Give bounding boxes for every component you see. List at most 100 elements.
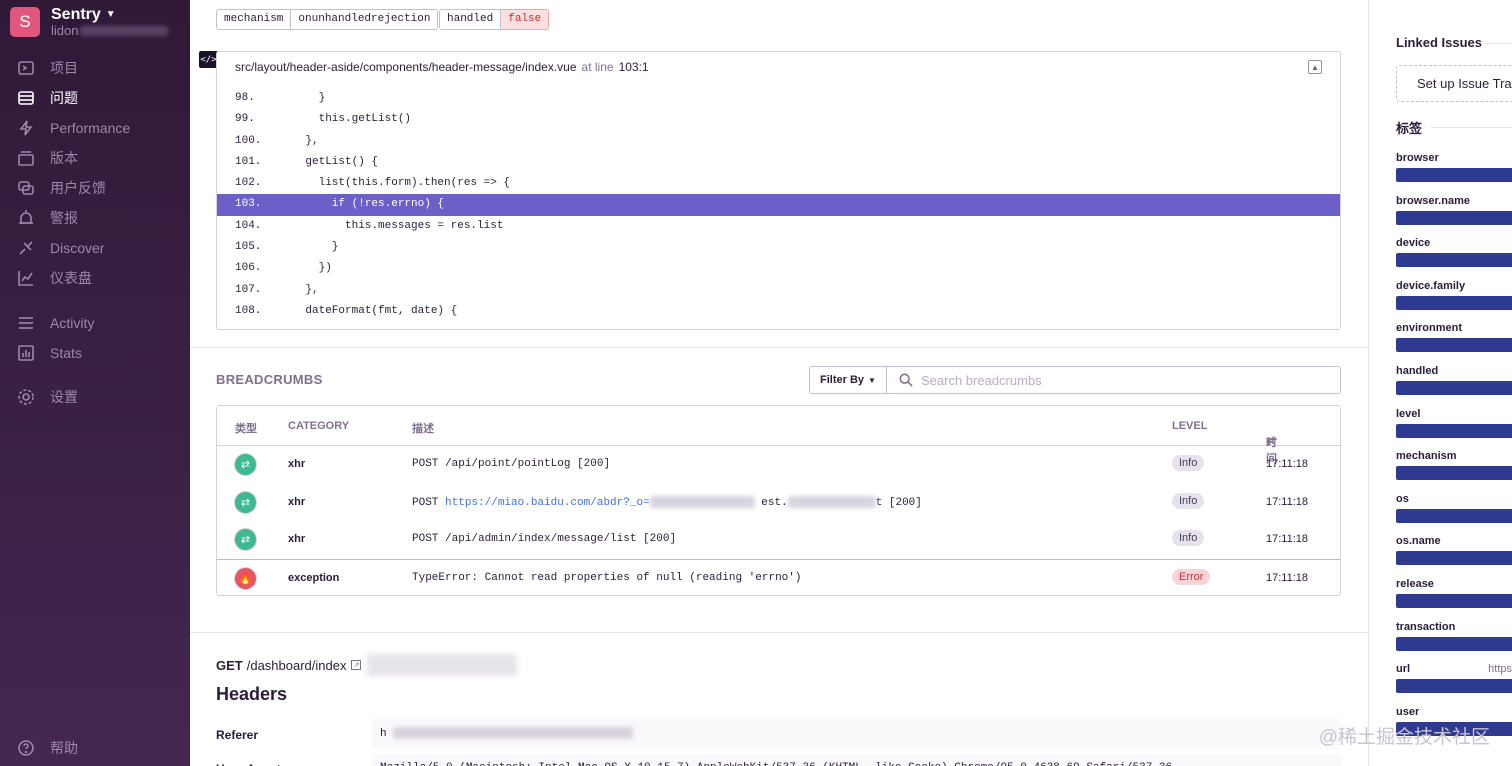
sidebar-item-label: 项目 [50, 60, 78, 76]
level-badge: Info [1172, 455, 1205, 471]
tag-mechanism[interactable]: mechanism onunhandledrejection [216, 9, 439, 30]
code-line-highlighted: 103. if (!res.errno) { [217, 194, 1340, 216]
setup-issue-tracking-button[interactable]: Set up Issue Tracking [1396, 65, 1512, 102]
tag-key-label: level [1396, 407, 1421, 420]
tag-value: false [501, 9, 550, 30]
col-level: LEVEL [1172, 420, 1208, 432]
breadcrumb-description: POST /api/admin/index/message/list [200] [412, 533, 676, 545]
tag-key: handled [439, 9, 502, 30]
tags-title: 标签 [1396, 121, 1423, 136]
sidebar-item-releases[interactable]: 版本 [0, 143, 190, 173]
sidebar-item-alerts[interactable]: 警报 [0, 203, 190, 233]
org-name: Sentry ▼ [51, 7, 168, 23]
chevron-down-icon: ▼ [105, 9, 116, 20]
sidebar-item-label: Activity [50, 315, 95, 331]
tag-distribution-bar[interactable] [1396, 253, 1512, 268]
search-icon [899, 373, 913, 387]
line-number: 101. [235, 155, 262, 168]
tag-distribution-bar[interactable] [1396, 168, 1512, 182]
section-divider [190, 347, 1368, 348]
line-code: this.getList() [279, 113, 412, 126]
title-rule [1431, 127, 1512, 128]
sidebar-item-discover[interactable]: Discover [0, 233, 190, 263]
sidebar-item-project[interactable]: 项目 [0, 53, 190, 83]
breadcrumb-method: POST [412, 496, 439, 509]
request-path[interactable]: /dashboard/index [247, 658, 347, 673]
breadcrumb-desc: /api/point/pointLog [200] [445, 458, 611, 470]
tag-key-label: handled [1396, 365, 1439, 377]
sidebar-item-performance[interactable]: Performance [0, 113, 190, 143]
breadcrumb-row[interactable]: ⇄ xhr POST /api/admin/index/message/list [… [217, 521, 1340, 558]
breadcrumb-search-input[interactable] [921, 372, 1321, 388]
tag-distribution-bar[interactable] [1396, 423, 1512, 438]
tag-value-label: https [1488, 663, 1512, 676]
discover-icon [17, 239, 35, 257]
tag-key-label: url [1396, 663, 1411, 676]
org-user: lidon [51, 24, 169, 38]
sidebar-item-settings[interactable]: 设置 [0, 382, 190, 412]
tag-distribution-bar[interactable] [1396, 679, 1512, 694]
line-number: 103. [235, 198, 262, 211]
breadcrumb-row[interactable]: 🔥 exception TypeError: Cannot read propert… [217, 558, 1340, 596]
line-number: 104. [235, 219, 262, 232]
code-line: 104. this.messages = res.list [217, 216, 1340, 237]
sidebar-item-dashboard[interactable]: 仪表盘 [0, 263, 190, 293]
code-line: 107. }, [217, 280, 1340, 301]
tag-distribution-bar[interactable] [1396, 210, 1512, 225]
col-description: 描述 [412, 423, 434, 435]
tag-distribution-bar[interactable] [1396, 508, 1512, 523]
sidebar-item-issues[interactable]: 问题 [0, 83, 190, 113]
breadcrumb-row[interactable]: ⇄ xhr POST /api/point/pointLog [200] Info 17… [217, 446, 1340, 483]
sidebar-item-label: Stats [50, 345, 82, 361]
filter-by-button[interactable]: Filter By ▼ [809, 366, 887, 394]
col-category: CATEGORY [288, 420, 350, 432]
releases-icon [17, 149, 35, 167]
dashboard-icon [17, 269, 35, 287]
tag-distribution-bar[interactable] [1396, 594, 1512, 608]
alerts-icon [17, 209, 35, 227]
breadcrumb-link[interactable]: https://miao.baidu.com/abdr?_o= [445, 496, 650, 508]
header-value-referer: h [372, 719, 1341, 749]
tag-distribution-bar[interactable] [1396, 338, 1512, 353]
breadcrumb-desc-part: t [200] [875, 496, 922, 509]
headers-title: Headers [216, 684, 288, 704]
breadcrumb-row[interactable]: ⇄ xhr POST https://miao.baidu.com/abdr?_o=… [217, 484, 1340, 521]
tag-key: mechanism [216, 9, 292, 30]
tag-distribution-bar[interactable] [1396, 636, 1512, 651]
line-code: list(this.form).then(res => { [279, 177, 511, 190]
header-key-user-agent: User-Agent [216, 762, 281, 766]
sidebar-item-feedback[interactable]: 用户反馈 [0, 173, 190, 203]
frame-file-path: src/layout/header-aside/components/heade… [235, 60, 577, 74]
breadcrumb-time: 17:11:18 [1266, 571, 1309, 584]
swap-icon: ⇄ [235, 454, 256, 475]
sidebar-item-activity[interactable]: Activity [0, 308, 190, 338]
tag-handled[interactable]: handled false [439, 9, 550, 30]
tag-key-label: device [1396, 237, 1431, 250]
tag-distribution-bar[interactable] [1396, 551, 1512, 566]
redacted-url [649, 495, 755, 508]
sidebar-item-help[interactable]: 帮助 [0, 733, 190, 763]
breadcrumb-category: xhr [288, 458, 306, 470]
tag-distribution-bar[interactable] [1396, 466, 1512, 481]
breadcrumb-desc: Cannot read properties of null (reading … [484, 571, 802, 584]
collapse-toggle-icon[interactable]: ▲ [1308, 60, 1322, 74]
tag-value: onunhandledrejection [291, 9, 439, 30]
header-key-referer: Referer [216, 728, 259, 742]
event-main: mechanism onunhandledrejection handled f… [190, 0, 1368, 766]
line-code: dateFormat(fmt, date) { [279, 304, 458, 317]
tag-key-label: device.family [1396, 279, 1466, 292]
frame-header[interactable]: src/layout/header-aside/components/heade… [217, 52, 1340, 82]
external-link-icon[interactable]: ↗ [351, 660, 362, 670]
sidebar-item-stats[interactable]: Stats [0, 338, 190, 368]
code-line: 99. this.getList() [217, 109, 1340, 130]
tag-key-label: os [1396, 492, 1409, 505]
line-code: }, [279, 134, 319, 147]
line-number: 99. [235, 113, 255, 126]
code-line: 101. getList() { [217, 152, 1340, 173]
tag-distribution-bar[interactable] [1396, 295, 1512, 310]
tag-distribution-bar[interactable] [1396, 381, 1512, 395]
breadcrumb-desc: /api/admin/index/message/list [200] [445, 533, 677, 545]
breadcrumb-category: exception [288, 571, 340, 584]
org-switcher[interactable]: S Sentry ▼ lidon [10, 7, 169, 39]
frame-at-line: at line [581, 60, 614, 74]
